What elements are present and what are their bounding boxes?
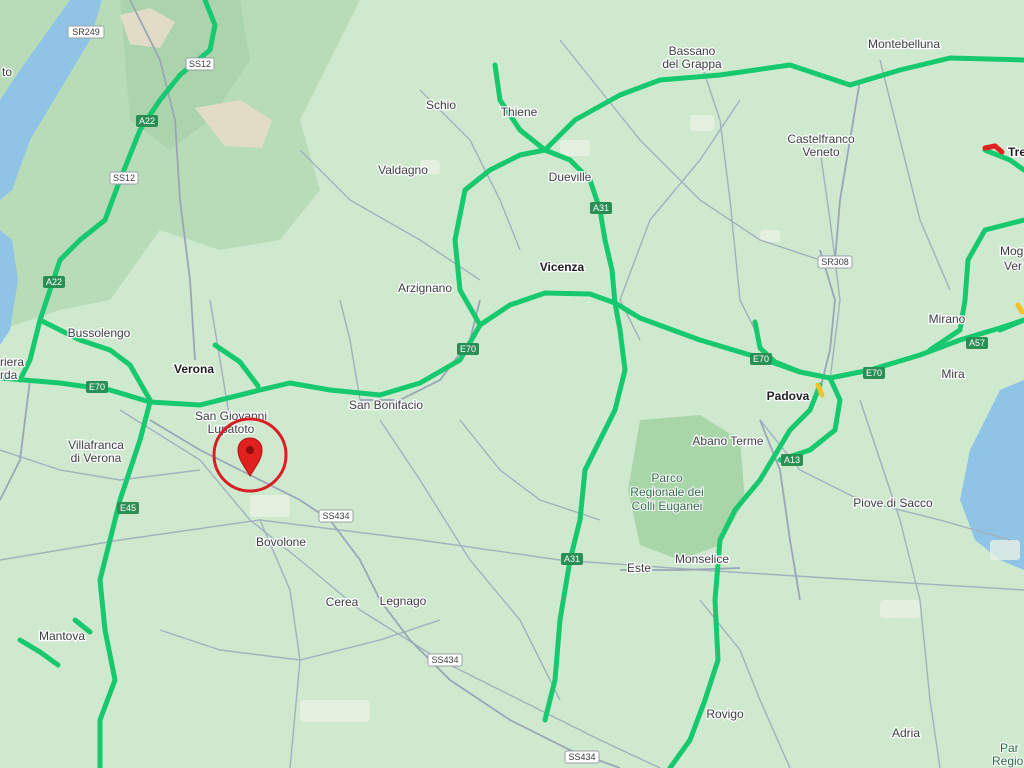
label-legnago: Legnago — [380, 594, 427, 608]
label-arzignano: Arzignano — [398, 281, 452, 295]
shield-a31-a: A31 — [590, 202, 612, 214]
label-este: Este — [627, 561, 651, 575]
label-montebelluna: Montebelluna — [868, 37, 940, 51]
shield-e70-d: E70 — [863, 367, 885, 379]
label-dueville: Dueville — [549, 170, 592, 184]
label-monselice: Monselice — [675, 552, 729, 566]
svg-text:SS434: SS434 — [322, 511, 349, 521]
shield-a31-b: A31 — [561, 553, 583, 565]
label-park: Regionale dei — [630, 485, 703, 499]
label-abano: Abano Terme — [692, 434, 763, 448]
shield-ss12-a: SS12 — [185, 57, 215, 71]
label-mantova: Mantova — [39, 629, 85, 643]
label-castelfranco: Castelfranco — [787, 132, 855, 146]
label-piove: Piove di Sacco — [853, 496, 933, 510]
label-padova: Padova — [767, 389, 810, 403]
label-treviso: Tre — [1008, 145, 1024, 159]
shield-sr308: SR308 — [817, 255, 853, 269]
label-verona: Verona — [174, 362, 214, 376]
label-bussolengo: Bussolengo — [68, 326, 131, 340]
label-park: Colli Euganei — [632, 499, 703, 513]
label-bassano: del Grappa — [662, 57, 722, 71]
label-adria: Adria — [892, 726, 920, 740]
label-castelfranco: Veneto — [802, 145, 840, 159]
svg-text:E70: E70 — [460, 344, 476, 354]
shield-e70-b: E70 — [457, 343, 479, 355]
svg-text:E70: E70 — [753, 354, 769, 364]
label-villafranca: di Verona — [71, 451, 122, 465]
shield-ss12-b: SS12 — [109, 171, 139, 185]
svg-text:SS434: SS434 — [431, 655, 458, 665]
label-bassano: Bassano — [669, 44, 716, 58]
label-parco-delta: Par — [1000, 741, 1019, 755]
svg-text:E70: E70 — [89, 382, 105, 392]
label-bovolone: Bovolone — [256, 535, 306, 549]
shield-e70-a: E70 — [86, 381, 108, 393]
label-rovigo: Rovigo — [706, 707, 744, 721]
svg-text:A31: A31 — [564, 554, 580, 564]
label-edge-to: to — [2, 65, 12, 79]
label-garda: rda — [0, 368, 18, 382]
svg-text:A22: A22 — [139, 116, 155, 126]
label-schio: Schio — [426, 98, 456, 112]
svg-text:SS12: SS12 — [189, 59, 211, 69]
shield-ss434-c: SS434 — [564, 750, 600, 764]
shield-ss434-a: SS434 — [318, 509, 354, 523]
svg-text:E45: E45 — [120, 503, 136, 513]
label-venezia: Ver — [1004, 259, 1022, 273]
label-mirano: Mirano — [929, 312, 966, 326]
svg-text:SS12: SS12 — [113, 173, 135, 183]
label-valdagno: Valdagno — [378, 163, 428, 177]
label-peschiera: riera — [0, 355, 24, 369]
label-parco-delta: Regio — [992, 754, 1024, 768]
label-san-bonifacio: San Bonifacio — [349, 398, 423, 412]
shield-a13: A13 — [781, 454, 803, 466]
shield-e70-c: E70 — [750, 353, 772, 365]
svg-text:A31: A31 — [593, 203, 609, 213]
traffic-yellow-segment — [1015, 302, 1024, 315]
svg-text:SR249: SR249 — [72, 27, 100, 37]
svg-text:A57: A57 — [969, 338, 985, 348]
label-villafranca: Villafranca — [68, 438, 124, 452]
shield-ss434-b: SS434 — [427, 653, 463, 667]
label-thiene: Thiene — [501, 105, 538, 119]
shield-a22-a: A22 — [136, 115, 158, 127]
label-vicenza: Vicenza — [540, 260, 585, 274]
shield-a22-b: A22 — [43, 276, 65, 288]
label-cerea: Cerea — [326, 595, 359, 609]
shield-a57: A57 — [966, 337, 988, 349]
svg-text:A13: A13 — [784, 455, 800, 465]
svg-text:A22: A22 — [46, 277, 62, 287]
svg-text:SS434: SS434 — [568, 752, 595, 762]
svg-text:SR308: SR308 — [821, 257, 849, 267]
label-mogliano: Mog — [1000, 244, 1023, 258]
shield-sr249: SR249 — [67, 25, 105, 39]
svg-text:E70: E70 — [866, 368, 882, 378]
label-mira: Mira — [941, 367, 965, 381]
map-canvas[interactable]: SR249 SS12 A22 SS12 A22 E70 E70 A31 SR30… — [0, 0, 1024, 768]
shield-e45: E45 — [117, 502, 139, 514]
label-park: Parco — [651, 471, 683, 485]
